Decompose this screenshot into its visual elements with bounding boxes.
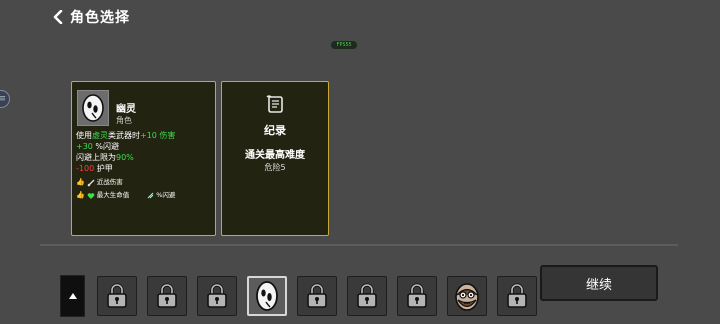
- record-title: 纪录: [264, 124, 286, 137]
- continue-button[interactable]: 继续: [540, 265, 658, 301]
- heart-icon: [87, 192, 95, 199]
- stat-weapon-class: 虚灵: [92, 131, 108, 140]
- character-card: 幽灵 角色 使用虚灵类武器时+10 伤害 +30 %闪避 闪避上限为90% -1…: [71, 81, 216, 236]
- tag-label: %闪避: [156, 191, 176, 199]
- stat-text: 使用: [76, 131, 92, 140]
- menu-icon: ≡: [0, 93, 6, 104]
- locked-character-slot[interactable]: [97, 276, 137, 316]
- back-button[interactable]: 角色选择: [52, 6, 130, 28]
- character-portrait: [77, 90, 109, 126]
- stat-text: 类武器时: [108, 131, 140, 140]
- tag-label: 最大生命值: [96, 191, 130, 199]
- record-subtitle: 通关最高难度: [245, 150, 305, 161]
- lock-icon: [156, 283, 178, 309]
- ghost-character-icon: [254, 280, 280, 312]
- locked-character-slot[interactable]: [147, 276, 187, 316]
- dodge-icon: [147, 192, 154, 199]
- page-title: 角色选择: [70, 10, 130, 26]
- locked-character-slot[interactable]: [397, 276, 437, 316]
- stat-line: 闪避上限为90%: [76, 152, 211, 163]
- lock-icon: [306, 283, 328, 309]
- stat-line: 使用虚灵类武器时+10 伤害: [76, 130, 211, 141]
- thumbs-up-icon: 👍: [76, 191, 85, 199]
- stat-bonus: +10 伤害: [140, 131, 176, 140]
- scroll-up-button[interactable]: [60, 275, 85, 317]
- stat-line: -100 护甲: [76, 163, 211, 174]
- locked-character-slot[interactable]: [197, 276, 237, 316]
- lock-icon: [356, 283, 378, 309]
- divider: [40, 244, 678, 246]
- lock-icon: [106, 283, 128, 309]
- triangle-up-icon: [68, 293, 77, 299]
- thumbs-up-icon: 👍: [76, 178, 85, 186]
- tag-row: 👍 最大生命值 %闪避: [76, 191, 211, 200]
- locked-character-slot[interactable]: [297, 276, 337, 316]
- stat-text: %闪避: [92, 142, 120, 151]
- stat-bonus: +30: [76, 142, 93, 151]
- tag-label: 近战伤害: [96, 178, 123, 186]
- record-card: 纪录 通关最高难度 危险5: [221, 81, 329, 236]
- character-slot[interactable]: [447, 276, 487, 316]
- character-type: 角色: [116, 116, 132, 125]
- lock-icon: [206, 283, 228, 309]
- bearded-character-icon: [452, 280, 482, 312]
- record-value: 危险5: [264, 163, 286, 172]
- tag-row: 👍 近战伤害: [76, 178, 211, 187]
- stat-penalty: -100: [76, 164, 95, 173]
- locked-character-slot[interactable]: [347, 276, 387, 316]
- lock-icon: [406, 283, 428, 309]
- lock-icon: [506, 283, 528, 309]
- character-stats: 使用虚灵类武器时+10 伤害 +30 %闪避 闪避上限为90% -100 护甲 …: [76, 130, 211, 200]
- stat-bonus: 90%: [116, 153, 134, 162]
- stat-text: 闪避上限为: [76, 153, 116, 162]
- stat-text: 护甲: [94, 164, 113, 173]
- character-name: 幽灵: [116, 104, 136, 115]
- fps-counter: FPS55: [331, 41, 357, 49]
- character-slot[interactable]: [247, 276, 287, 316]
- stat-line: +30 %闪避: [76, 141, 211, 152]
- chevron-left-icon: [53, 10, 63, 24]
- scroll-icon: [266, 95, 283, 113]
- locked-character-slot[interactable]: [497, 276, 537, 316]
- sword-icon: [87, 179, 95, 186]
- ghost-character-icon: [82, 94, 104, 122]
- side-drawer-handle[interactable]: ≡: [0, 90, 10, 108]
